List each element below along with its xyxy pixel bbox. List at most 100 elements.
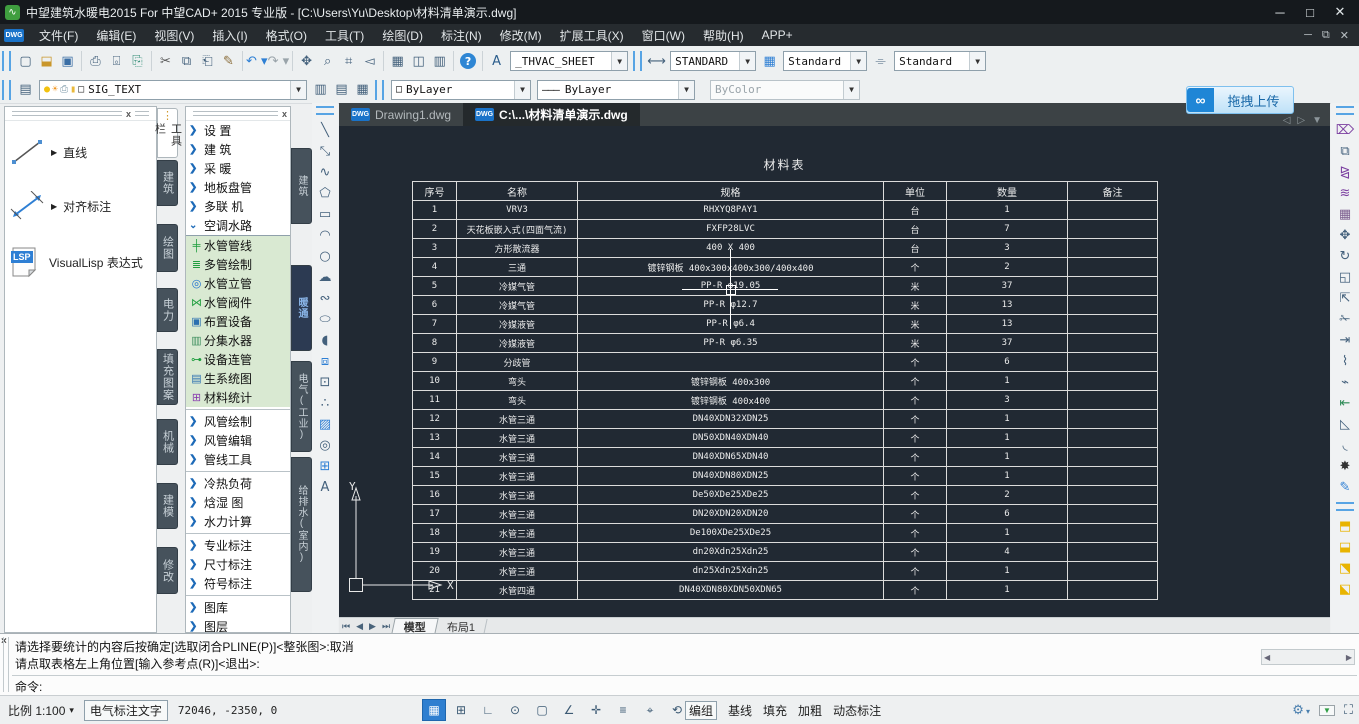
- toolbar-grip[interactable]: [633, 51, 642, 71]
- palette-group[interactable]: ❯采 暖: [186, 159, 290, 178]
- chevron-down-icon[interactable]: ▼: [969, 52, 985, 70]
- ellipse-arc-icon[interactable]: ◖: [315, 330, 336, 351]
- cut-icon[interactable]: ✂: [155, 50, 176, 72]
- circle-icon[interactable]: ○: [315, 246, 336, 267]
- toolbar-grip[interactable]: [2, 80, 11, 100]
- dim-style-combo[interactable]: STANDARD ▼: [670, 51, 756, 71]
- scroll-left-icon[interactable]: ◀: [1264, 653, 1270, 662]
- close-icon[interactable]: x: [126, 109, 131, 119]
- mirror-icon[interactable]: ⧎: [1335, 162, 1356, 183]
- toolbar-grip[interactable]: [1336, 106, 1354, 115]
- hatch-edit-icon[interactable]: ✎: [1335, 477, 1356, 498]
- document-tab-0[interactable]: DWGDrawing1.dwg: [339, 103, 463, 126]
- palette-group[interactable]: ❯尺寸标注: [186, 555, 290, 574]
- dynamic-ucs-icon[interactable]: ⌖: [638, 699, 662, 721]
- chevron-down-icon[interactable]: ▼: [514, 81, 530, 99]
- sidebar-tab-1[interactable]: 绘图: [157, 224, 178, 272]
- toolbar-grip[interactable]: [316, 106, 334, 115]
- tab-arrow-icon[interactable]: ▷: [1297, 115, 1305, 126]
- palette-group[interactable]: ❯地板盘管: [186, 178, 290, 197]
- menu-item[interactable]: 格式(O): [257, 24, 316, 46]
- toolbar-grip[interactable]: [2, 51, 11, 71]
- chevron-down-icon[interactable]: ▼: [850, 52, 866, 70]
- menu-item[interactable]: 插入(I): [203, 24, 256, 46]
- join-icon[interactable]: ⇤: [1335, 393, 1356, 414]
- status-toggle-label[interactable]: 动态标注: [833, 702, 881, 719]
- offset-icon[interactable]: ≋: [1335, 183, 1356, 204]
- grid-icon[interactable]: ▦: [422, 699, 446, 721]
- bring-to-front-icon[interactable]: ⬒: [1335, 516, 1356, 537]
- palette-item[interactable]: ≣多管绘制: [186, 255, 290, 274]
- explode-icon[interactable]: ✸: [1335, 456, 1356, 477]
- scale-icon[interactable]: ◱: [1335, 267, 1356, 288]
- fullscreen-icon[interactable]: ⛶: [1344, 702, 1353, 718]
- undo-icon[interactable]: ↶ ▾: [246, 50, 268, 72]
- palette-drag-handle[interactable]: [12, 111, 122, 116]
- menu-item[interactable]: 编辑(E): [87, 24, 145, 46]
- zoom-realtime-icon[interactable]: ⌕: [317, 50, 338, 72]
- text-style-button[interactable]: 电气标注文字: [84, 700, 168, 721]
- palette-group[interactable]: ❯设 置: [186, 121, 290, 140]
- revision-cloud-icon[interactable]: ☁: [315, 267, 336, 288]
- chevron-down-icon[interactable]: ▼: [290, 81, 306, 99]
- menu-item[interactable]: 帮助(H): [694, 24, 753, 46]
- make-object-layer-current-icon[interactable]: ▥: [310, 79, 331, 101]
- close-icon[interactable]: x: [282, 109, 287, 119]
- erase-icon[interactable]: ⌦: [1335, 120, 1356, 141]
- mleader-style-icon[interactable]: ⌯: [870, 50, 891, 72]
- break-at-point-icon[interactable]: ⌇: [1335, 351, 1356, 372]
- tool-aligned-dimension[interactable]: ▶ 对齐标注: [5, 185, 156, 227]
- palette-title-bar[interactable]: x: [186, 107, 290, 121]
- print-icon[interactable]: ⎙: [85, 50, 106, 72]
- layout-nav-icon[interactable]: ▶: [366, 621, 379, 632]
- gear-icon[interactable]: ⚙▾: [1292, 702, 1310, 718]
- layout-tab-1[interactable]: 布局1: [435, 619, 487, 634]
- status-toggle-label[interactable]: 编组: [685, 701, 717, 720]
- region-icon[interactable]: ◎: [315, 435, 336, 456]
- point-icon[interactable]: ∴: [315, 393, 336, 414]
- help-icon[interactable]: ?: [460, 53, 476, 69]
- layout-nav-icon[interactable]: ⏭: [379, 621, 393, 632]
- layout-tab-0[interactable]: 模型: [391, 618, 438, 634]
- tool-line[interactable]: ▶ 直线: [5, 131, 156, 173]
- send-to-back-icon[interactable]: ⬓: [1335, 537, 1356, 558]
- send-below-icon[interactable]: ⬕: [1335, 579, 1356, 600]
- palette-group[interactable]: ❯风管编辑: [186, 431, 290, 450]
- pan-icon[interactable]: ✥: [296, 50, 317, 72]
- toolbar-grip[interactable]: [375, 80, 384, 100]
- palette-item[interactable]: ╪水管管线: [186, 236, 290, 255]
- chevron-down-icon[interactable]: ▾: [69, 705, 74, 716]
- close-icon[interactable]: ✕: [1329, 4, 1351, 20]
- rotate-icon[interactable]: ↻: [1335, 246, 1356, 267]
- extend-icon[interactable]: ⇥: [1335, 330, 1356, 351]
- text-style-combo[interactable]: _THVAC_SHEET ▼: [510, 51, 628, 71]
- menu-item[interactable]: 文件(F): [30, 24, 87, 46]
- print-preview-icon[interactable]: ⌻: [106, 50, 127, 72]
- discipline-tab-0[interactable]: 建筑: [291, 148, 312, 224]
- palette-group[interactable]: ❯图层: [186, 617, 290, 633]
- command-scrollbar[interactable]: ◀ ▶: [1261, 649, 1355, 665]
- palette-item[interactable]: ▥分集水器: [186, 331, 290, 350]
- zoom-previous-icon[interactable]: ◅: [359, 50, 380, 72]
- copy-icon[interactable]: ⧉: [1335, 141, 1356, 162]
- color-combo[interactable]: □ ByLayer ▼: [391, 80, 531, 100]
- palette-drag-handle[interactable]: [193, 111, 278, 116]
- ellipse-icon[interactable]: ⬭: [315, 309, 336, 330]
- scroll-right-icon[interactable]: ▶: [1346, 653, 1352, 662]
- mtext-icon[interactable]: A: [315, 477, 336, 498]
- sidebar-tab-3[interactable]: 填充图案: [157, 349, 178, 405]
- mdi-close-icon[interactable]: ✕: [1340, 29, 1349, 42]
- palette-group[interactable]: ❯风管绘制: [186, 412, 290, 431]
- open-icon[interactable]: ⬓: [36, 50, 57, 72]
- tab-arrow-icon[interactable]: ◁: [1283, 115, 1291, 126]
- status-toggle-label[interactable]: 加粗: [798, 702, 822, 719]
- rectangle-icon[interactable]: ▭: [315, 204, 336, 225]
- move-icon[interactable]: ✥: [1335, 225, 1356, 246]
- save-icon[interactable]: ▣: [57, 50, 78, 72]
- discipline-tab-1[interactable]: 暖通: [291, 265, 312, 351]
- sidebar-tab-5[interactable]: 建模: [157, 483, 178, 529]
- palette-group[interactable]: ❯管线工具: [186, 450, 290, 469]
- line-icon[interactable]: ╲: [315, 120, 336, 141]
- spline-icon[interactable]: ∾: [315, 288, 336, 309]
- calculator-icon[interactable]: ▦: [387, 50, 408, 72]
